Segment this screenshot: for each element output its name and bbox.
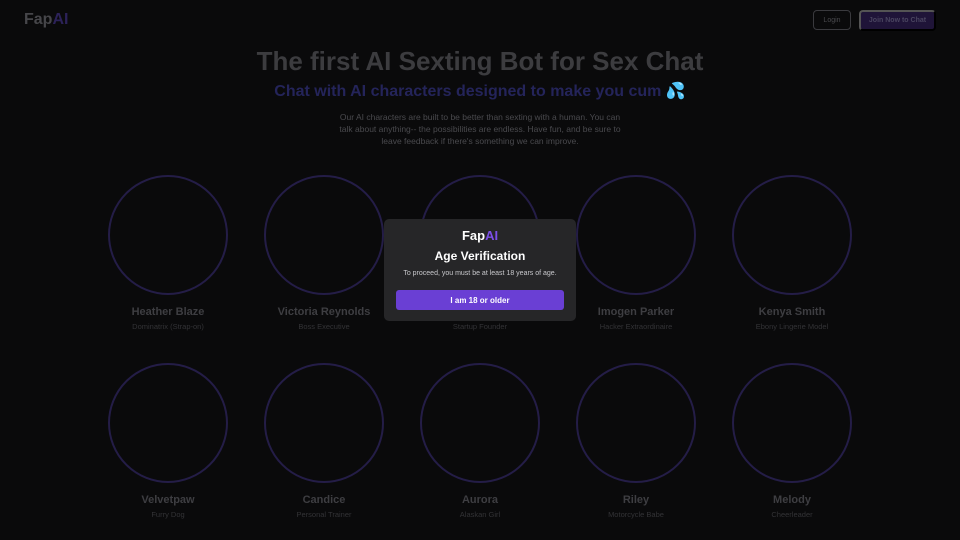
modal-logo: FapAI bbox=[384, 228, 576, 243]
modal-overlay: FapAI Age Verification To proceed, you m… bbox=[0, 0, 960, 540]
modal-logo-text: Fap bbox=[461, 228, 486, 243]
modal-text: To proceed, you must be at least 18 year… bbox=[403, 270, 557, 277]
modal-logo-accent: AI bbox=[485, 228, 499, 243]
confirm-age-button[interactable]: I am 18 or older bbox=[396, 290, 564, 310]
modal-title: Age Verification bbox=[434, 249, 526, 263]
age-verification-modal: FapAI Age Verification To proceed, you m… bbox=[384, 219, 576, 321]
